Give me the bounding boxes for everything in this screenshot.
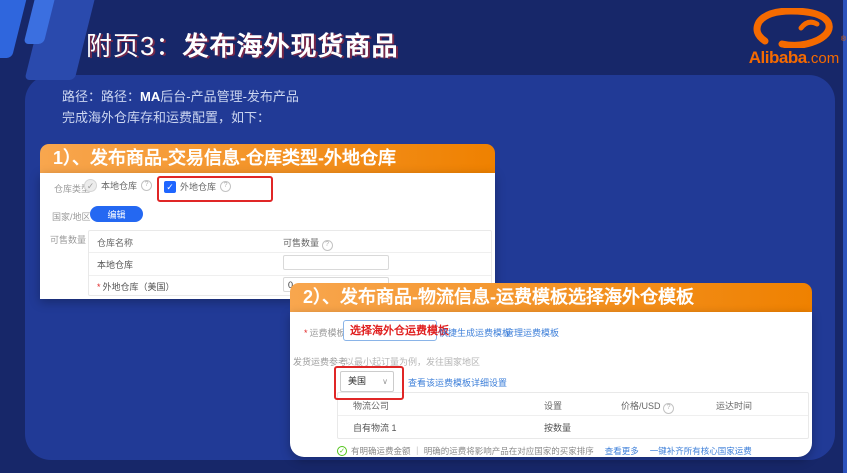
column-header-quantity: 可售数量 ? <box>283 236 333 251</box>
table-row-local-name: 本地仓库 <box>97 258 133 271</box>
step2-screenshot-panel: *运费模板 选择海外仓运费模板 快捷生成运费模板 管理运费模板 发货运费参考 以… <box>290 312 812 457</box>
table-cell-setting: 按数量 <box>544 421 571 434</box>
table-divider <box>338 415 808 416</box>
info-icon: ? <box>663 403 674 414</box>
column-header-warehouse-name: 仓库名称 <box>97 236 133 249</box>
view-more-link[interactable]: 查看更多 <box>605 445 639 457</box>
table-divider <box>89 252 491 253</box>
step2-header: 2）、发布商品-物流信息-运费模板选择海外仓模板 <box>290 283 812 312</box>
path-text: 路径：路径： <box>62 89 140 104</box>
alibaba-logo: ® Alibaba.com <box>744 8 844 68</box>
logo-brand-text: Alibaba <box>749 48 807 67</box>
one-click-fill-link[interactable]: 一键补齐所有核心国家运费 <box>650 445 752 457</box>
logo-tld-text: .com <box>807 50 840 67</box>
info-icon: ? <box>220 181 231 192</box>
local-warehouse-option[interactable]: ✓ 本地仓库 ? <box>84 179 152 192</box>
local-warehouse-label: 本地仓库 <box>101 179 137 192</box>
path-text: 后台-产品管理-发布产品 <box>160 89 299 104</box>
table-cell-company: 自有物流 1 <box>353 421 397 434</box>
page-title-main: 发布海外现货商品 <box>182 31 398 61</box>
required-mark: * <box>97 282 101 292</box>
page-title: 附页3：发布海外现货商品 <box>86 26 398 63</box>
shipping-template-label: *运费模板 <box>304 326 346 339</box>
decorative-edge <box>843 0 847 473</box>
required-mark: * <box>304 328 308 338</box>
table-row-overseas-name: *外地仓库（美国） <box>97 280 175 293</box>
logo-wordmark: Alibaba.com <box>744 48 844 68</box>
shipping-reference-label: 发货运费参考 <box>293 355 347 368</box>
table-divider <box>89 275 491 276</box>
page-title-prefix: 附页3： <box>86 31 182 61</box>
overseas-warehouse-option[interactable]: ✓ 外地仓库 ? <box>164 180 231 193</box>
path-line-1: 路径：路径：MA后台-产品管理-发布产品 <box>62 86 299 107</box>
country-select-value: 美国 <box>348 376 366 386</box>
success-check-icon: ✓ <box>337 446 347 456</box>
view-template-detail-link[interactable]: 查看该运费模板详细设置 <box>408 376 507 389</box>
alibaba-smile-icon <box>751 8 837 48</box>
path-instructions: 路径：路径：MA后台-产品管理-发布产品 完成海外仓库存和运费配置，如下： <box>62 86 299 128</box>
path-line-2: 完成海外仓库存和运费配置，如下： <box>62 107 299 128</box>
checkbox-checked-icon[interactable]: ✓ <box>164 181 176 193</box>
sellable-quantity-label: 可售数量 <box>50 233 86 246</box>
info-icon: ? <box>141 180 152 191</box>
checkbox-checked-disabled-icon[interactable]: ✓ <box>84 179 97 192</box>
column-header-logistics-company: 物流公司 <box>353 399 389 412</box>
step1-screenshot-panel: 仓库类型 ✓ 本地仓库 ? ✓ 外地仓库 ? 国家/地区 编辑 可售数量 仓库名… <box>40 173 495 299</box>
freight-note-text: 有明确运费金额 ｜ 明确的运费将影响产品在对应国家的买家排序 <box>351 445 594 457</box>
quick-generate-template-link[interactable]: 快捷生成运费模板 <box>439 326 511 339</box>
shipping-reference-hint: 以最小起订量为例，发往国家地区 <box>345 355 480 368</box>
table-row-overseas-name-text: 外地仓库（美国） <box>103 282 175 292</box>
column-header-quantity-text: 可售数量 <box>283 238 319 248</box>
registered-mark: ® <box>841 36 846 43</box>
column-header-price: 价格/USD ? <box>621 399 674 414</box>
freight-note: ✓ 有明确运费金额 ｜ 明确的运费将影响产品在对应国家的买家排序 查看更多 一键… <box>337 445 752 457</box>
select-overseas-template-button[interactable]: 选择海外仓运费模板 <box>343 320 437 341</box>
chevron-down-icon: ∨ <box>382 372 388 391</box>
edit-button[interactable]: 编辑 <box>90 206 143 222</box>
column-header-delivery-time: 运达时间 <box>716 399 752 412</box>
path-text-bold: MA <box>140 89 160 104</box>
overseas-warehouse-label: 外地仓库 <box>180 180 216 193</box>
step1-header: 1）、发布商品-交易信息-仓库类型-外地仓库 <box>40 144 495 173</box>
logistics-table: 物流公司 设置 价格/USD ? 运达时间 自有物流 1 按数量 <box>337 392 809 439</box>
local-quantity-input[interactable] <box>283 255 389 270</box>
slide: 附页3：发布海外现货商品 ® Alibaba.com 路径：路径：MA后台-产品… <box>0 0 847 473</box>
info-icon: ? <box>322 240 333 251</box>
country-select[interactable]: 美国 ∨ <box>340 371 394 392</box>
shipping-template-label-text: 运费模板 <box>310 328 346 338</box>
column-header-setting: 设置 <box>544 399 562 412</box>
manage-template-link[interactable]: 管理运费模板 <box>505 326 559 339</box>
column-header-price-text: 价格/USD <box>621 401 661 411</box>
country-region-label: 国家/地区 <box>52 210 91 223</box>
decorative-slash <box>0 0 28 58</box>
